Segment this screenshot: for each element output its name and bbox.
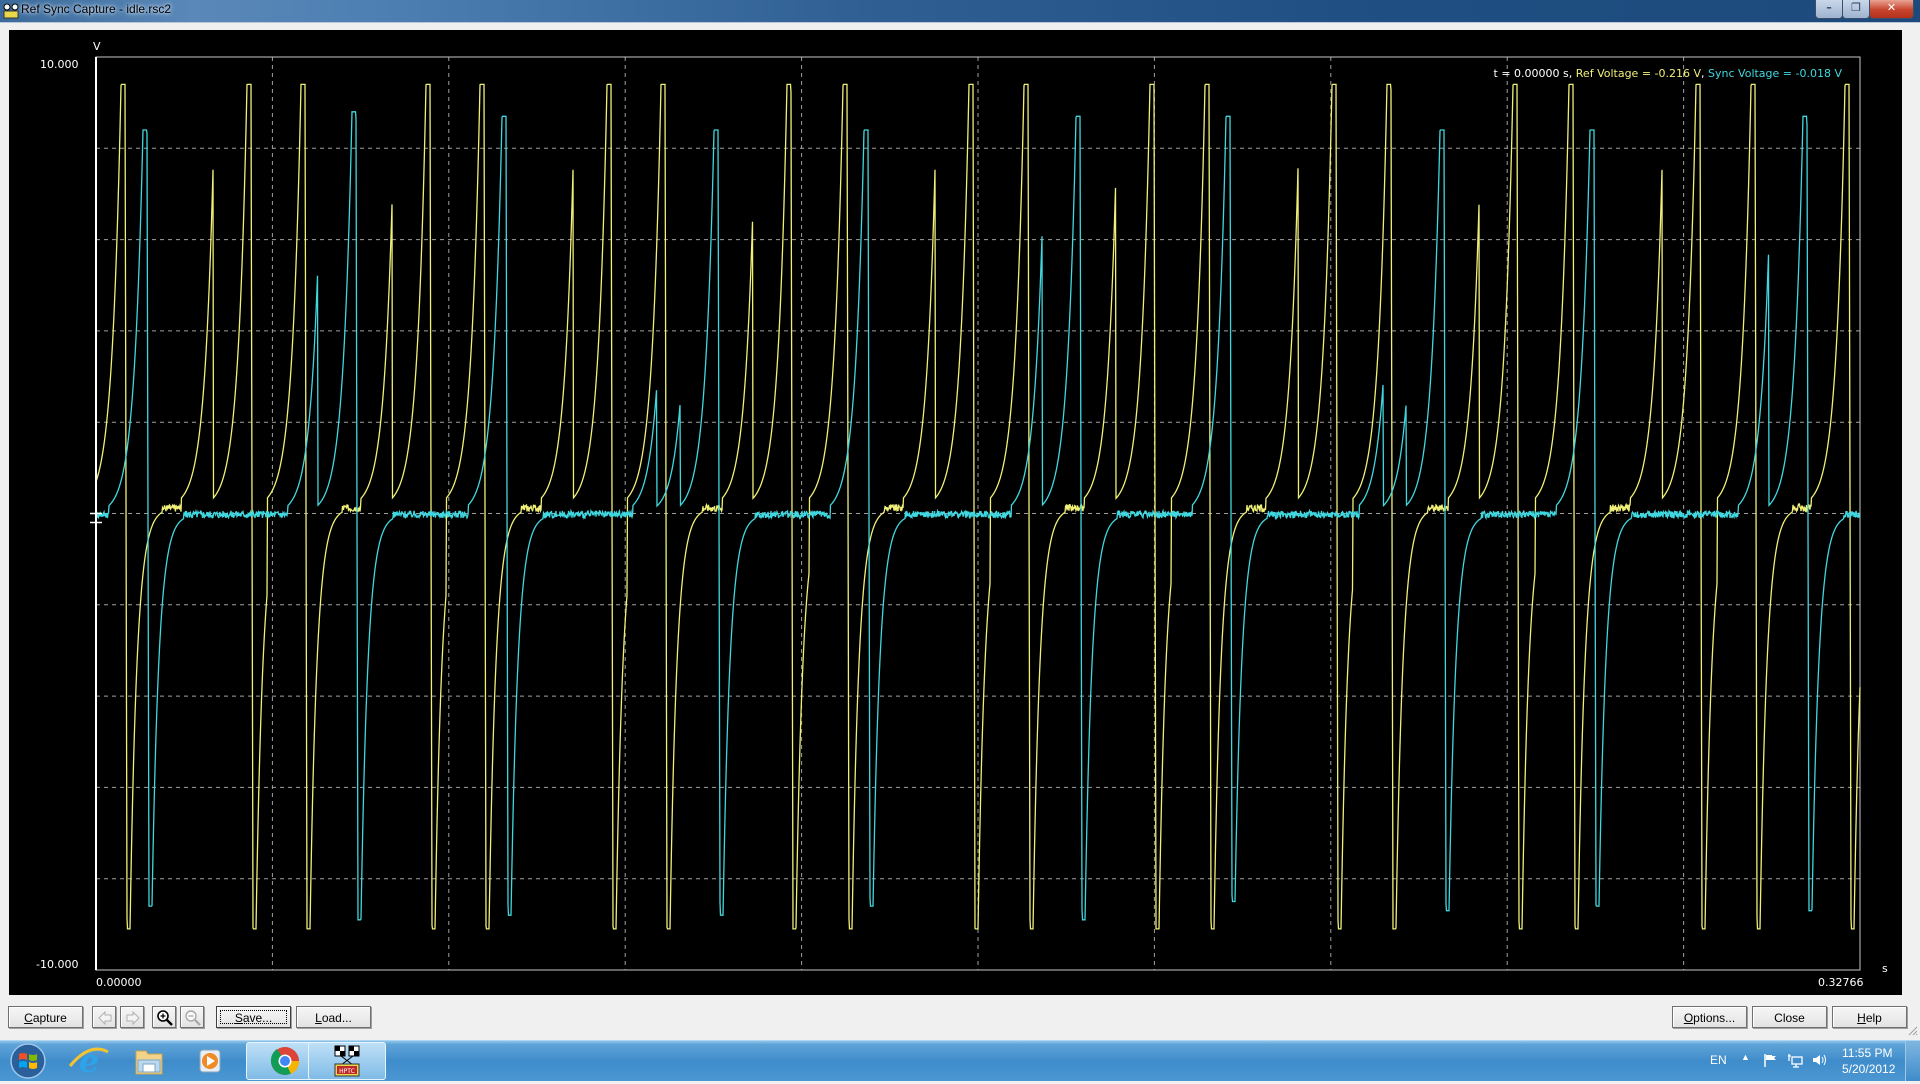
resize-grip-icon[interactable] — [1906, 1024, 1918, 1036]
readout-sep: , — [1569, 67, 1576, 80]
zoom-in-button[interactable] — [152, 1006, 176, 1028]
title-bar: Ref Sync Capture - idle.rsc2 – ❐ ✕ — [0, 0, 1920, 22]
readout-sep: , — [1701, 67, 1708, 80]
waveform-chart[interactable] — [9, 30, 1902, 995]
taskbar: e — [0, 1040, 1920, 1081]
checkered-flags-icon: HPTC — [309, 1043, 385, 1079]
network-icon[interactable] — [1787, 1052, 1803, 1068]
volume-icon[interactable] — [1811, 1052, 1827, 1068]
app-icon — [3, 3, 19, 19]
x-tick-min: 0.00000 — [96, 976, 142, 989]
load-label: oad... — [322, 1011, 352, 1025]
readout-time: t = 0.00000 s — [1494, 67, 1569, 80]
x-axis-unit: s — [1882, 962, 1888, 975]
minimize-icon: – — [1816, 1, 1842, 14]
x-tick-max: 0.32766 — [1818, 976, 1864, 989]
y-axis-unit: V — [93, 40, 101, 53]
save-label: ave... — [243, 1011, 272, 1025]
close-icon: ✕ — [1870, 1, 1913, 14]
help-mnemonic: H — [1857, 1011, 1866, 1025]
options-mnemonic: O — [1684, 1011, 1693, 1025]
help-label: elp — [1866, 1011, 1882, 1025]
options-button[interactable]: Options... — [1672, 1006, 1747, 1028]
cursor-readout: t = 0.00000 s, Ref Voltage = -0.216 V, S… — [1494, 67, 1842, 80]
close-window-button[interactable]: ✕ — [1869, 0, 1914, 19]
y-tick-max: 10.000 — [40, 58, 79, 71]
folder-icon — [120, 1042, 178, 1080]
close-button[interactable]: Close — [1752, 1006, 1827, 1028]
window-title: Ref Sync Capture - idle.rsc2 — [21, 2, 171, 16]
close-label: Close — [1774, 1011, 1805, 1025]
taskbar-media-player[interactable] — [182, 1042, 240, 1080]
capture-label: apture — [33, 1011, 67, 1025]
ie-icon: e — [60, 1042, 118, 1080]
hptuners-badge: HPTC — [339, 1068, 355, 1075]
load-button[interactable]: Load... — [296, 1006, 371, 1028]
taskbar-windows-explorer[interactable] — [120, 1042, 178, 1080]
arrow-right-icon — [124, 1009, 142, 1027]
windows-logo-icon — [2, 1042, 52, 1080]
action-center-flag-icon[interactable] — [1762, 1052, 1778, 1068]
arrow-left-icon — [96, 1009, 114, 1027]
readout-ref-voltage: Ref Voltage = -0.216 V — [1576, 67, 1701, 80]
load-mnemonic: L — [315, 1011, 322, 1025]
restore-icon: ❐ — [1843, 1, 1869, 14]
scroll-right-button[interactable] — [120, 1006, 144, 1028]
show-hidden-icons[interactable]: ▲ — [1741, 1052, 1750, 1062]
clock-time[interactable]: 11:55 PM — [1842, 1046, 1892, 1060]
taskbar-hptuners[interactable]: HPTC — [308, 1042, 386, 1080]
y-tick-min: -10.000 — [36, 958, 78, 971]
scroll-left-button[interactable] — [92, 1006, 116, 1028]
zoom-out-button[interactable] — [180, 1006, 204, 1028]
save-button[interactable]: Save... — [216, 1006, 291, 1028]
capture-mnemonic: C — [24, 1011, 33, 1025]
language-indicator[interactable]: EN — [1710, 1053, 1727, 1067]
restore-button[interactable]: ❐ — [1842, 0, 1870, 19]
save-mnemonic: S — [235, 1011, 243, 1025]
scope-panel[interactable]: t = 0.00000 s, Ref Voltage = -0.216 V, S… — [9, 30, 1902, 995]
clock-date[interactable]: 5/20/2012 — [1842, 1062, 1895, 1076]
help-button[interactable]: Help — [1832, 1006, 1907, 1028]
options-label: ptions... — [1693, 1011, 1735, 1025]
start-button[interactable] — [2, 1042, 52, 1080]
media-player-icon — [182, 1042, 240, 1080]
minimize-button[interactable]: – — [1815, 0, 1843, 19]
capture-button[interactable]: Capture — [8, 1006, 83, 1028]
zoom-out-icon — [184, 1009, 202, 1027]
readout-sync-voltage: Sync Voltage = -0.018 V — [1708, 67, 1842, 80]
show-desktop-button[interactable] — [1905, 1041, 1920, 1081]
zoom-in-icon — [156, 1009, 174, 1027]
taskbar-internet-explorer[interactable]: e — [60, 1042, 118, 1080]
